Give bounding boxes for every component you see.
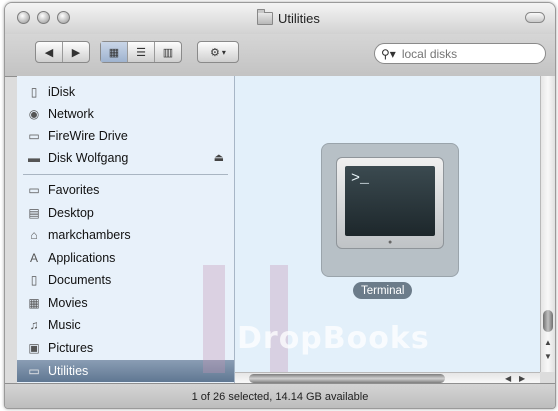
terminal-app-icon[interactable]: >_ ● [321, 143, 459, 277]
sidebar-item-markchambers[interactable]: ⌂ markchambers [17, 224, 234, 246]
sidebar-item-label: Desktop [48, 206, 94, 220]
watermark-bar [270, 265, 288, 373]
action-button[interactable]: ⚙ ▾ [197, 41, 239, 63]
folder-icon [257, 9, 273, 25]
sidebar-item-desktop[interactable]: ▤ Desktop [17, 202, 234, 224]
toolbar-toggle-button[interactable] [525, 12, 545, 23]
sidebar-item-label: iDisk [48, 85, 76, 99]
vertical-scrollbar[interactable]: ▲ ▼ [540, 76, 555, 372]
terminal-prompt: >_ [345, 166, 435, 236]
sidebar-item-label: Music [48, 318, 81, 332]
toolbar: ◀ ▶ ▦ ☰ ▥ ⚙ ▾ ⚲▾ [5, 34, 555, 77]
idisk-icon: ▯ [30, 85, 38, 99]
chevron-down-icon: ▾ [221, 47, 226, 57]
sidebar-item-idisk[interactable]: ▯ iDisk [17, 81, 234, 103]
zoom-button[interactable] [57, 11, 70, 24]
sidebar-item-pictures[interactable]: ▣ Pictures [17, 337, 234, 359]
watermark-bar [203, 265, 225, 373]
terminal-screen: >_ ● [336, 157, 444, 249]
sidebar-item-label: Network [48, 107, 94, 121]
sidebar-item-label: Documents [48, 273, 112, 287]
sidebar-item-documents[interactable]: ▯ Documents [17, 269, 234, 291]
finder-window: Utilities ◀ ▶ ▦ ☰ ▥ ⚙▾ ⚲▾ ▯ iDis [4, 2, 556, 409]
home-icon: ⌂ [30, 228, 38, 242]
eject-icon[interactable]: ⏏ [214, 151, 224, 164]
network-icon: ◉ [28, 107, 40, 121]
power-dot-icon: ● [388, 239, 393, 246]
view-mode-control[interactable]: ▦ ☰ ▥ [100, 41, 182, 63]
sidebar-item-network[interactable]: ◉ Network [17, 103, 234, 125]
sidebar-item-firewire-drive[interactable]: ▭ FireWire Drive [17, 125, 234, 147]
scroll-left-icon[interactable]: ◀ [505, 374, 511, 383]
minimize-button[interactable] [37, 11, 50, 24]
sidebar-item-utilities[interactable]: ▭ Utilities [17, 360, 234, 382]
sidebar-item-label: Applications [48, 251, 116, 265]
folder-icon: ▭ [28, 364, 40, 378]
drive-icon: ▭ [28, 129, 40, 143]
status-bar: 1 of 26 selected, 14.14 GB available [5, 383, 555, 408]
sidebar-item-label: markchambers [48, 228, 131, 242]
sidebar-item-label: Movies [48, 296, 88, 310]
sidebar-item-disk-wolfgang[interactable]: ▬ Disk Wolfgang ⏏ [17, 147, 234, 169]
sidebar-item-label: Favorites [48, 183, 100, 197]
scroll-down-icon[interactable]: ▼ [544, 352, 552, 361]
movies-icon: ▦ [28, 296, 40, 310]
documents-icon: ▯ [30, 273, 38, 287]
terminal-label[interactable]: Terminal [353, 282, 413, 299]
vertical-scroll-thumb[interactable] [543, 310, 553, 332]
search-field[interactable]: ⚲▾ [374, 43, 546, 64]
search-input[interactable] [399, 45, 544, 62]
close-button[interactable] [17, 11, 30, 24]
gear-icon: ⚙ [210, 46, 220, 59]
status-text: 1 of 26 selected, 14.14 GB available [191, 390, 369, 403]
folder-icon: ▭ [28, 183, 40, 197]
watermark-logo: DropBooks [237, 321, 430, 356]
back-arrow-icon[interactable]: ◀ [36, 42, 63, 62]
scroll-right-icon[interactable]: ▶ [519, 374, 525, 383]
pictures-icon: ▣ [28, 341, 40, 355]
sidebar-item-movies[interactable]: ▦ Movies [17, 292, 234, 314]
applications-icon: A [29, 251, 38, 265]
music-icon: ♫ [29, 318, 39, 332]
sidebar-divider [23, 174, 228, 175]
list-view-icon[interactable]: ☰ [128, 42, 155, 62]
window-title-text: Utilities [278, 11, 320, 26]
sidebar-item-label: Disk Wolfgang [48, 151, 129, 165]
desktop-icon: ▤ [28, 206, 40, 220]
window-title: Utilities [257, 9, 320, 26]
sidebar-item-favorites[interactable]: ▭ Favorites [17, 179, 234, 201]
sidebar-item-music[interactable]: ♫ Music [17, 314, 234, 336]
forward-arrow-icon[interactable]: ▶ [63, 42, 89, 62]
title-bar: Utilities [5, 3, 555, 34]
sidebar-item-label: Pictures [48, 341, 94, 355]
column-view-icon[interactable]: ▥ [155, 42, 181, 62]
search-icon: ⚲▾ [381, 46, 396, 61]
sidebar-item-applications[interactable]: A Applications [17, 247, 234, 269]
back-forward-control[interactable]: ◀ ▶ [35, 41, 90, 63]
sidebar-item-label: FireWire Drive [48, 129, 128, 143]
icon-view-icon[interactable]: ▦ [101, 42, 128, 62]
sidebar-item-label: Utilities [48, 364, 89, 378]
disk-icon: ▬ [28, 151, 40, 165]
horizontal-scroll-thumb[interactable] [249, 374, 445, 383]
scroll-up-icon[interactable]: ▲ [544, 338, 552, 347]
